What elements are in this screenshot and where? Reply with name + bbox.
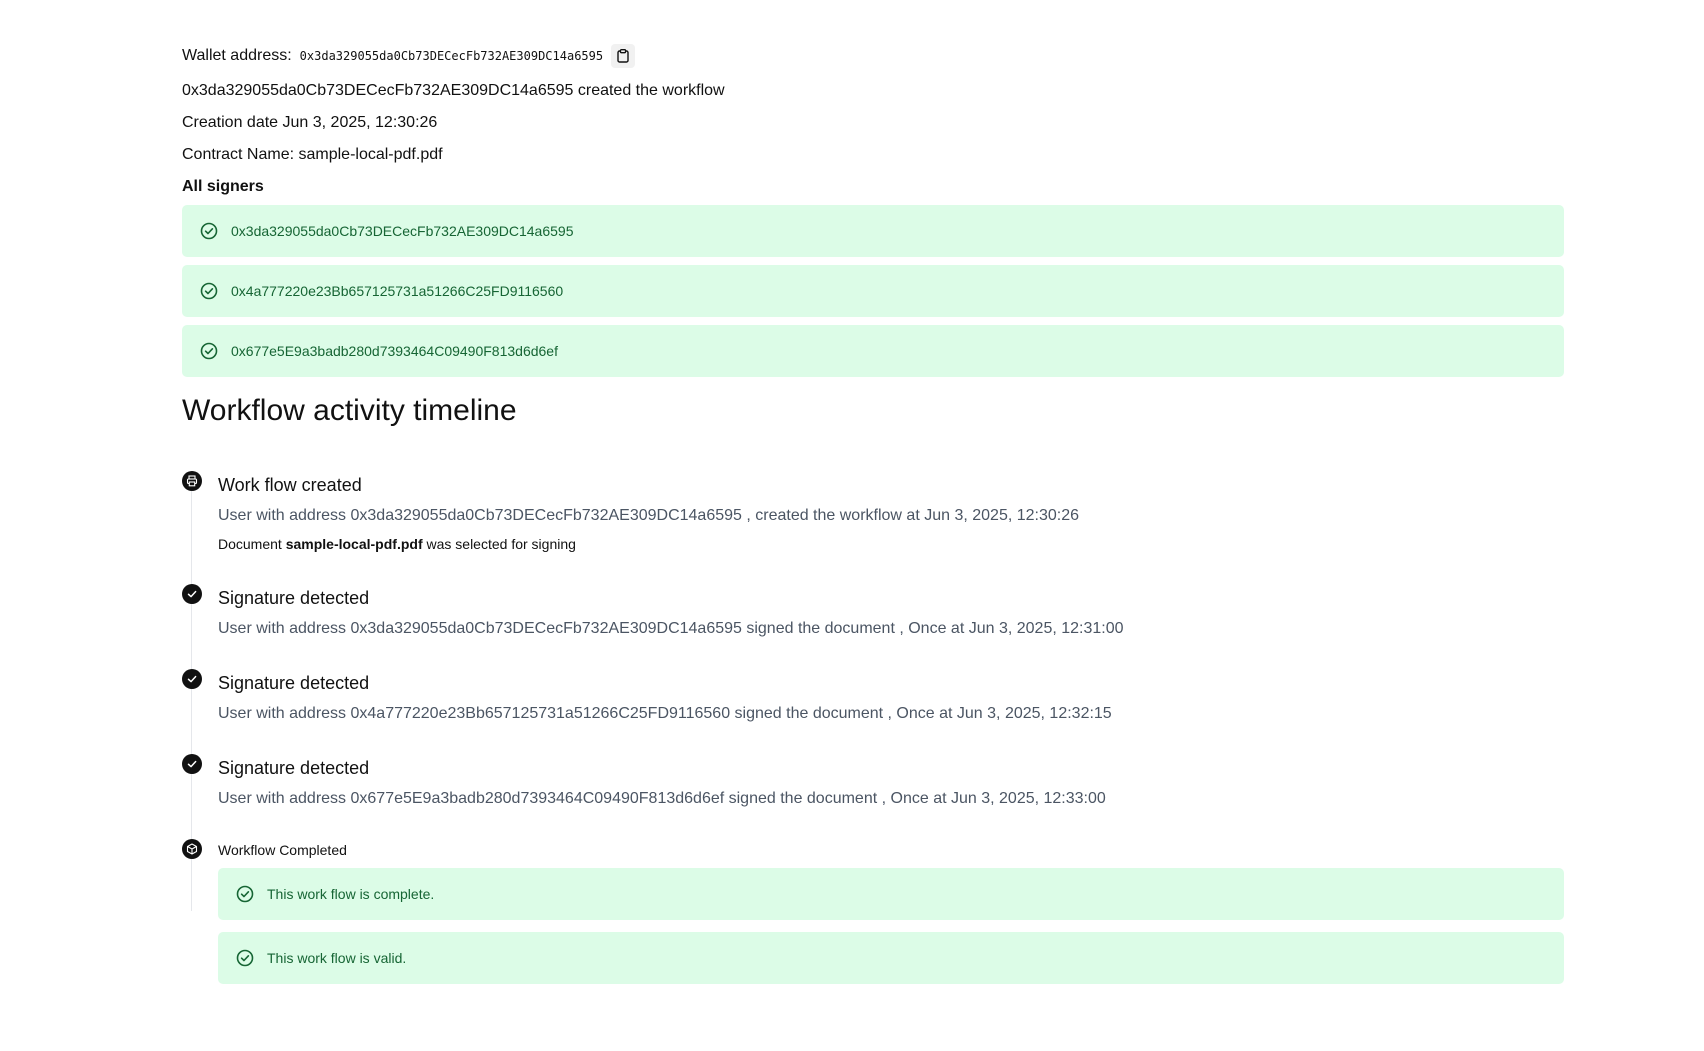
signers-list: 0x3da329055da0Cb73DECecFb732AE309DC14a65… xyxy=(182,205,1564,377)
signer-item: 0x3da329055da0Cb73DECecFb732AE309DC14a65… xyxy=(182,205,1564,257)
signer-address: 0x677e5E9a3badb280d7393464C09490F813d6d6… xyxy=(231,343,558,359)
completion-alerts: This work flow is complete. This work fl… xyxy=(218,868,1564,984)
copy-address-button[interactable] xyxy=(611,44,636,68)
timeline-heading: Workflow Completed xyxy=(218,842,347,858)
timeline-description: User with address 0x3da329055da0Cb73DECe… xyxy=(218,507,1080,524)
timeline-item-created: Work flow created User with address 0x3d… xyxy=(182,471,1564,584)
check-icon xyxy=(182,669,202,689)
timeline-heading: Signature detected xyxy=(218,758,370,778)
timeline-heading: Work flow created xyxy=(218,475,362,495)
clipboard-icon xyxy=(617,49,629,63)
all-signers-title: All signers xyxy=(182,178,264,195)
package-icon xyxy=(182,839,202,859)
timeline-heading: Signature detected xyxy=(218,673,370,693)
timeline-description: User with address 0x4a777220e23Bb6571257… xyxy=(218,705,1112,722)
timeline-description: User with address 0x3da329055da0Cb73DECe… xyxy=(218,620,1124,637)
timeline-item-signature: Signature detected User with address 0x6… xyxy=(182,754,1564,839)
check-circle-icon xyxy=(235,884,255,904)
timeline-item-signature: Signature detected User with address 0x4… xyxy=(182,669,1564,754)
check-circle-icon xyxy=(235,948,255,968)
alert-text: This work flow is valid. xyxy=(267,950,407,966)
creation-date: Creation date Jun 3, 2025, 12:30:26 xyxy=(182,114,438,131)
timeline-description: User with address 0x677e5E9a3badb280d739… xyxy=(218,790,1106,807)
page: Wallet address: 0x3da329055da0Cb73DECecF… xyxy=(0,0,1704,1051)
check-icon xyxy=(182,584,202,604)
timeline-item-completed: Workflow Completed This work flow is com… xyxy=(182,839,1564,984)
check-icon xyxy=(182,754,202,774)
printer-icon xyxy=(182,471,202,491)
timeline-title: Workflow activity timeline xyxy=(182,394,517,427)
check-circle-icon xyxy=(199,281,219,301)
signer-address: 0x3da329055da0Cb73DECecFb732AE309DC14a65… xyxy=(231,223,574,239)
contract-name: Contract Name: sample-local-pdf.pdf xyxy=(182,146,443,163)
alert-text: This work flow is complete. xyxy=(267,886,435,902)
document-name: sample-local-pdf.pdf xyxy=(285,536,423,552)
timeline-item-signature: Signature detected User with address 0x3… xyxy=(182,584,1564,669)
wallet-address-value: 0x3da329055da0Cb73DECecFb732AE309DC14a65… xyxy=(299,49,604,63)
signer-item: 0x4a777220e23Bb657125731a51266C25FD91165… xyxy=(182,265,1564,317)
check-circle-icon xyxy=(199,221,219,241)
workflow-valid-alert: This work flow is valid. xyxy=(218,932,1564,984)
workflow-details: Wallet address: 0x3da329055da0Cb73DECecF… xyxy=(182,40,1564,996)
check-circle-icon xyxy=(199,341,219,361)
workflow-creator-line: 0x3da329055da0Cb73DECecFb732AE309DC14a65… xyxy=(182,82,725,99)
activity-timeline: Work flow created User with address 0x3d… xyxy=(182,471,1564,984)
workflow-complete-alert: This work flow is complete. xyxy=(218,868,1564,920)
wallet-address-row: Wallet address: 0x3da329055da0Cb73DECecF… xyxy=(182,40,1564,72)
timeline-heading: Signature detected xyxy=(218,588,370,608)
signer-address: 0x4a777220e23Bb657125731a51266C25FD91165… xyxy=(231,283,564,299)
doc-suffix: was selected for signing xyxy=(422,536,576,552)
wallet-address-label: Wallet address: xyxy=(182,47,292,64)
signer-item: 0x677e5E9a3badb280d7393464C09490F813d6d6… xyxy=(182,325,1564,377)
document-selected-note: Document sample-local-pdf.pdf was select… xyxy=(218,535,1564,553)
doc-prefix: Document xyxy=(218,536,286,552)
